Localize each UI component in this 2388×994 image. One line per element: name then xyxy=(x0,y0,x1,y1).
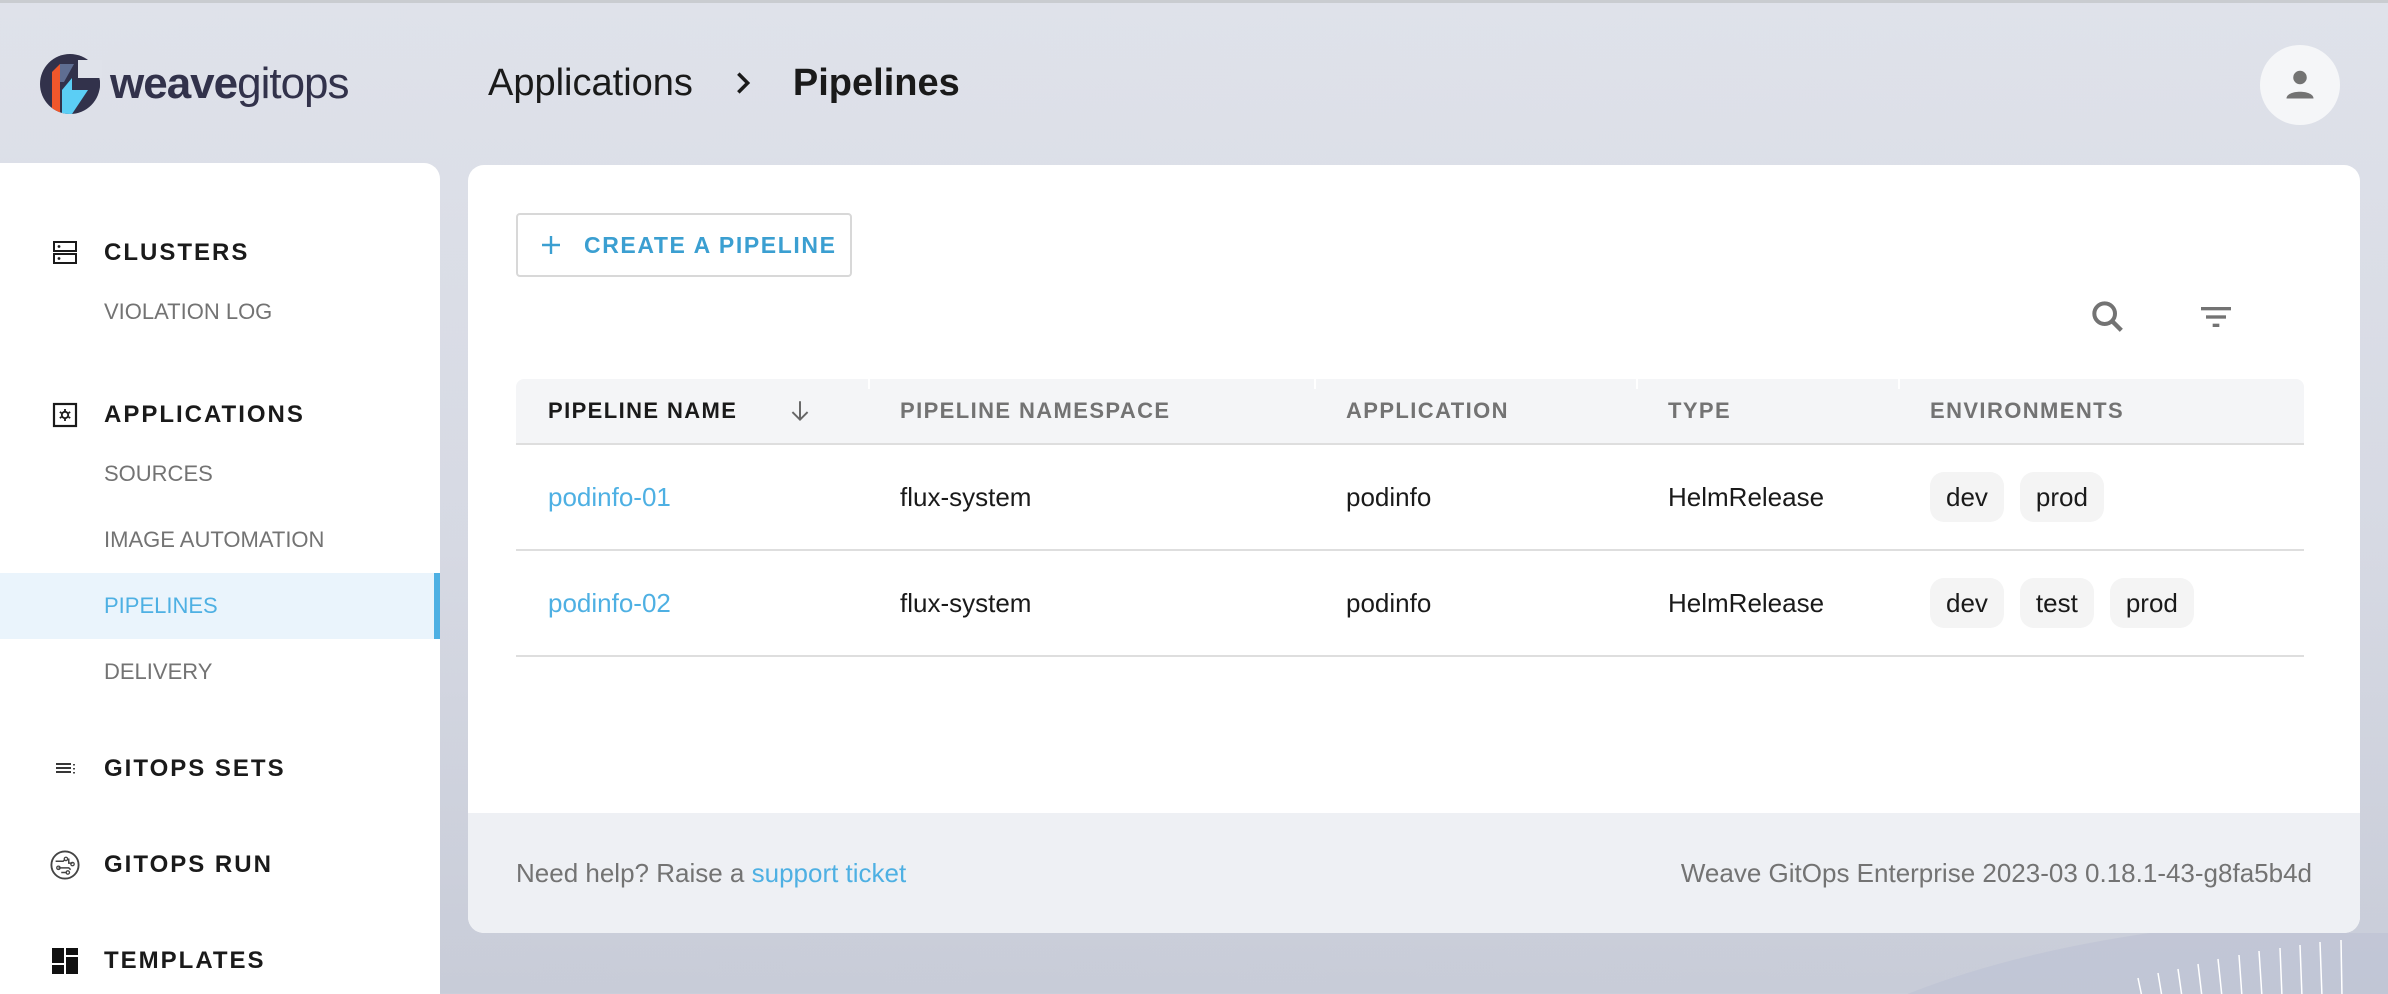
pipelines-table: PIPELINE NAME PIPELINE NAMESPACE APPLICA… xyxy=(516,379,2304,657)
pipeline-application: podinfo xyxy=(1346,587,1432,618)
dashboard-icon xyxy=(50,946,80,976)
pipeline-type: HelmRelease xyxy=(1668,481,1825,512)
breadcrumb: Applications Pipelines xyxy=(488,55,960,111)
sidebar-item-label: IMAGE AUTOMATION xyxy=(104,527,325,552)
help-text: Need help? Raise a support ticket xyxy=(516,858,906,889)
environment-chip: dev xyxy=(1930,578,2004,628)
column-header-label: PIPELINE NAMESPACE xyxy=(900,398,1171,423)
filter-icon xyxy=(2201,307,2231,327)
breadcrumb-applications[interactable]: Applications xyxy=(488,62,693,105)
environment-chip: prod xyxy=(2019,472,2104,522)
sidebar-item-pipelines[interactable]: PIPELINES xyxy=(0,573,440,639)
sidebar-item-label: SOURCES xyxy=(104,461,213,486)
sidebar-item-image-automation[interactable]: IMAGE AUTOMATION xyxy=(0,507,440,573)
sidebar-item-label: CLUSTERS xyxy=(104,239,250,266)
sidebar-item-label: GITOPS SETS xyxy=(104,755,286,782)
help-prefix: Need help? Raise a xyxy=(516,857,752,888)
background-decoration xyxy=(1907,933,2388,994)
sidebar-item-gitops-run[interactable]: GITOPS RUN xyxy=(0,839,440,891)
sidebar-item-label: APPLICATIONS xyxy=(104,401,305,428)
sidebar-item-clusters[interactable]: CLUSTERS xyxy=(0,227,440,279)
circuit-icon xyxy=(50,850,80,880)
sidebar-group-templates: TEMPLATES xyxy=(0,935,440,987)
sidebar-item-gitops-sets[interactable]: GITOPS SETS xyxy=(0,743,440,795)
pipeline-name-link[interactable]: podinfo-02 xyxy=(548,588,671,619)
server-icon xyxy=(50,238,80,268)
column-header-label: ENVIRONMENTS xyxy=(1930,398,2125,423)
filter-button[interactable] xyxy=(2188,289,2244,345)
pipeline-name-link[interactable]: podinfo-01 xyxy=(548,482,671,513)
plus-icon xyxy=(542,236,560,254)
breadcrumb-current-page: Pipelines xyxy=(792,61,960,104)
sidebar-group-clusters: CLUSTERS VIOLATION LOG xyxy=(0,227,440,345)
search-icon xyxy=(2092,301,2123,332)
environment-chip: test xyxy=(2019,578,2094,628)
column-header-type[interactable]: TYPE xyxy=(1636,379,1898,443)
sidebar-item-violation-log[interactable]: VIOLATION LOG xyxy=(0,279,440,345)
column-header-label: APPLICATION xyxy=(1346,398,1509,423)
pipeline-application: podinfo xyxy=(1346,481,1432,512)
column-header-pipeline-name[interactable]: PIPELINE NAME xyxy=(516,379,868,443)
pipeline-namespace: flux-system xyxy=(900,587,1032,618)
support-ticket-link[interactable]: support ticket xyxy=(752,858,907,888)
search-button[interactable] xyxy=(2080,289,2136,345)
pipeline-type: HelmRelease xyxy=(1668,587,1825,618)
pipelines-panel: CREATE A PIPELINE PIPELINE NAME PIPELINE… xyxy=(468,165,2360,933)
column-header-pipeline-namespace[interactable]: PIPELINE NAMESPACE xyxy=(868,379,1314,443)
sidebar-item-label: VIOLATION LOG xyxy=(104,299,273,324)
applications-icon xyxy=(50,400,80,430)
sidebar-item-label: PIPELINES xyxy=(104,593,218,618)
environment-chip: prod xyxy=(2109,578,2194,628)
create-pipeline-button[interactable]: CREATE A PIPELINE xyxy=(516,213,852,277)
sidebar-item-templates[interactable]: TEMPLATES xyxy=(0,935,440,987)
create-pipeline-label: CREATE A PIPELINE xyxy=(584,231,837,258)
environment-chip: dev xyxy=(1930,472,2004,522)
sidebar-group-gitops-sets: GITOPS SETS xyxy=(0,743,440,795)
sidebar-item-label: TEMPLATES xyxy=(104,947,266,974)
sidebar-group-gitops-run: GITOPS RUN xyxy=(0,839,440,891)
sidebar-item-applications[interactable]: APPLICATIONS xyxy=(0,389,440,441)
sidebar: CLUSTERS VIOLATION LOG APPLICATIONS SOUR… xyxy=(0,163,440,994)
list-icon xyxy=(50,754,80,784)
sidebar-item-label: GITOPS RUN xyxy=(104,851,273,878)
sidebar-item-delivery[interactable]: DELIVERY xyxy=(0,639,440,705)
sidebar-group-applications: APPLICATIONS SOURCES IMAGE AUTOMATION PI… xyxy=(0,389,440,705)
sidebar-item-label: DELIVERY xyxy=(104,659,213,684)
version-text: Weave GitOps Enterprise 2023-03 0.18.1-4… xyxy=(1680,857,2312,888)
chevron-right-icon xyxy=(729,69,757,97)
weave-gitops-logo[interactable]: weavegitops xyxy=(38,51,350,117)
footer: Need help? Raise a support ticket Weave … xyxy=(468,813,2360,933)
logo-text: weavegitops xyxy=(110,59,350,108)
table-row: podinfo-02 flux-system podinfo HelmRelea… xyxy=(516,551,2304,657)
user-avatar-button[interactable] xyxy=(2260,45,2340,125)
table-row: podinfo-01 flux-system podinfo HelmRelea… xyxy=(516,445,2304,551)
column-header-environments[interactable]: ENVIRONMENTS xyxy=(1898,379,2304,443)
weave-gitops-logo-icon xyxy=(40,54,102,114)
pipeline-namespace: flux-system xyxy=(900,481,1032,512)
column-header-label: PIPELINE NAME xyxy=(548,398,738,423)
sidebar-item-sources[interactable]: SOURCES xyxy=(0,441,440,507)
person-icon xyxy=(2286,70,2314,99)
column-header-application[interactable]: APPLICATION xyxy=(1314,379,1636,443)
table-header: PIPELINE NAME PIPELINE NAMESPACE APPLICA… xyxy=(516,379,2304,445)
column-header-label: TYPE xyxy=(1668,398,1732,423)
arrow-down-icon[interactable] xyxy=(787,398,813,424)
